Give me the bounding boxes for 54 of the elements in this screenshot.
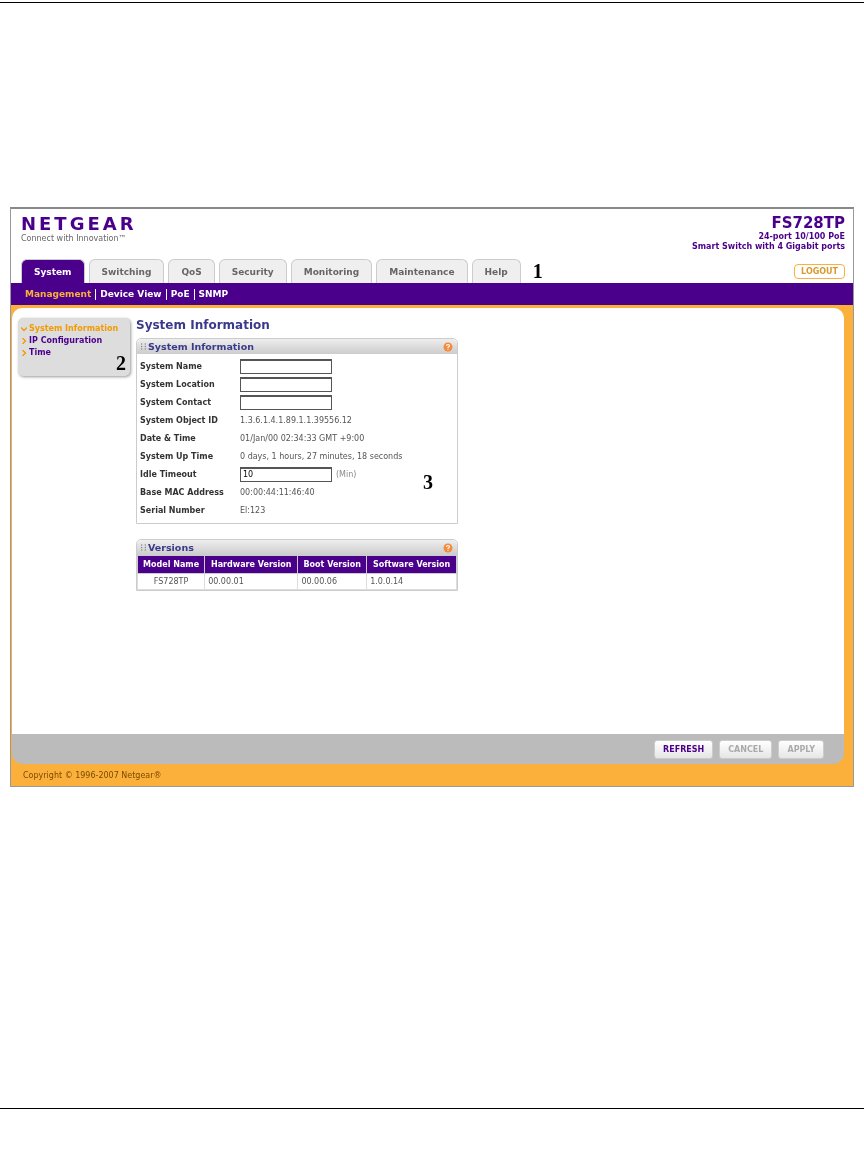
nav-tab[interactable]: Help [471,259,521,283]
input-field[interactable] [240,376,332,392]
page-title: System Information [136,318,271,332]
nav-tab[interactable]: QoS [168,259,215,283]
field-label: System Name [140,360,202,373]
subnav-link[interactable]: SNMP [193,288,233,300]
field-label: Base MAC Address [140,486,224,499]
nav-tab[interactable]: Security [218,259,287,283]
caret-down-icon [21,325,27,332]
column-header: Software Version [366,555,457,574]
field-label: System Object ID [140,414,218,427]
column-header: Hardware Version [204,555,298,574]
unit-label: (Min) [336,469,357,479]
nav-tab[interactable]: Maintenance [376,259,468,283]
model-name: FS728TP [771,214,845,232]
tagline: Connect with Innovation™ [21,234,128,244]
field-label: System Up Time [140,450,214,463]
callout-number: 3 [423,471,433,493]
subnav-link[interactable]: Management [21,288,96,300]
panel-title: Versions [148,542,194,553]
field-label: System Location [140,378,215,391]
column-header: Boot Version [297,555,367,574]
panel-title: System Information [148,341,254,352]
callout-number: 1 [532,260,543,282]
table-cell: 1.0.0.14 [366,573,457,590]
subnav-link[interactable]: PoE [165,288,194,300]
field-value: 00:00:44:11:46:40 [240,486,315,499]
input-field[interactable] [240,358,332,374]
field-value: 0 days, 1 hours, 27 minutes, 18 seconds [240,450,403,463]
field-value: El:123 [240,504,266,517]
brand-logo: NETGEAR [21,214,138,234]
nav-tab[interactable]: Monitoring [290,259,373,283]
product-description: 24-port 10/100 PoE [758,232,845,242]
grip-icon [141,544,146,551]
table-cell: FS728TP [137,573,205,590]
nav-tab[interactable]: Switching [88,259,165,283]
grip-icon [141,343,146,350]
input-field[interactable] [240,394,332,410]
column-header: Model Name [137,555,205,574]
field-label: Serial Number [140,504,205,517]
field-label: Date & Time [140,432,196,445]
field-label: Idle Timeout [140,468,197,481]
nav-tab[interactable]: System [21,259,85,283]
product-description: Smart Switch with 4 Gigabit ports [691,242,845,252]
input-field[interactable]: 10 [240,466,332,482]
action-button[interactable]: REFRESH [654,739,714,759]
subnav-link[interactable]: Device View [95,288,166,300]
field-value: 01/Jan/00 02:34:33 GMT +9:00 [240,432,365,445]
table-cell: 00.00.01 [204,573,298,590]
field-value: 1.3.6.1.4.1.89.1.1.39556.12 [240,414,352,427]
copyright-text: Copyright © 1996-2007 Netgear® [23,770,162,780]
field-label: System Contact [140,396,211,409]
sidebar-item[interactable]: IP Configuration [21,336,127,345]
table-cell: 00.00.06 [297,573,367,590]
